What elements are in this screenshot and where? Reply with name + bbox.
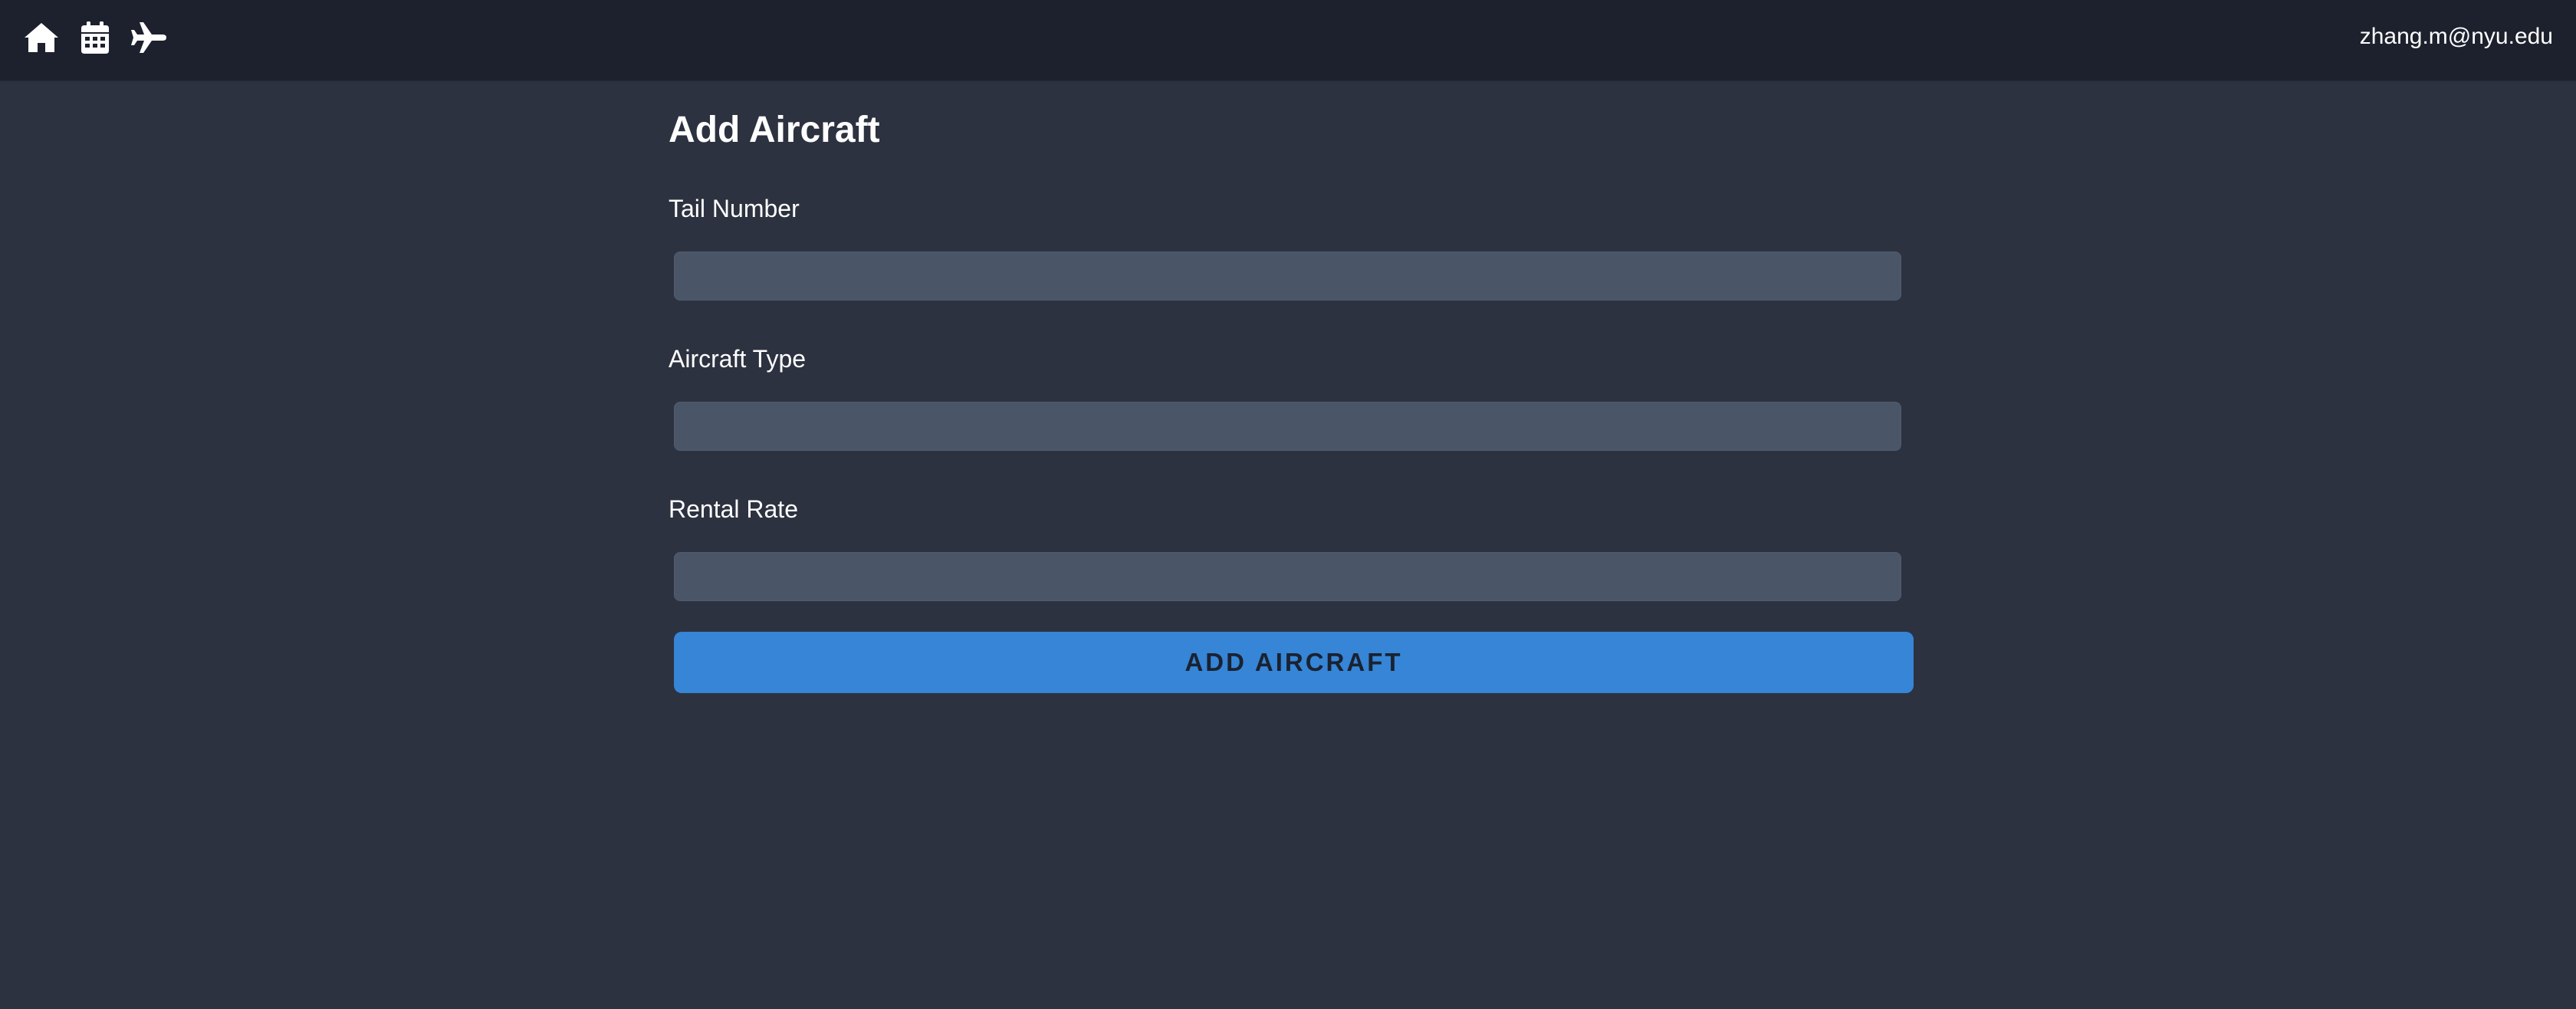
aircraft-type-field: Aircraft Type [669,343,1918,451]
calendar-icon[interactable] [81,21,109,54]
aircraft-type-input[interactable] [674,402,1901,451]
add-aircraft-button[interactable]: ADD AIRCRAFT [674,632,1914,693]
tail-number-field: Tail Number [669,193,1918,301]
home-icon[interactable] [23,21,60,54]
aircraft-type-label: Aircraft Type [669,345,807,373]
user-email[interactable]: zhang.m@nyu.edu [2360,23,2553,51]
airplane-icon[interactable] [130,21,167,54]
tail-number-label: Tail Number [669,195,800,222]
rental-rate-input[interactable] [674,552,1901,601]
add-aircraft-form: Add Aircraft Tail Number Aircraft Type R… [669,107,1918,693]
rental-rate-label: Rental Rate [669,495,798,523]
nav-icon-group [23,20,167,55]
page-title: Add Aircraft [669,110,880,150]
rental-rate-field: Rental Rate [669,494,1918,601]
tail-number-input[interactable] [674,251,1901,301]
top-navbar: zhang.m@nyu.edu [0,0,2576,81]
